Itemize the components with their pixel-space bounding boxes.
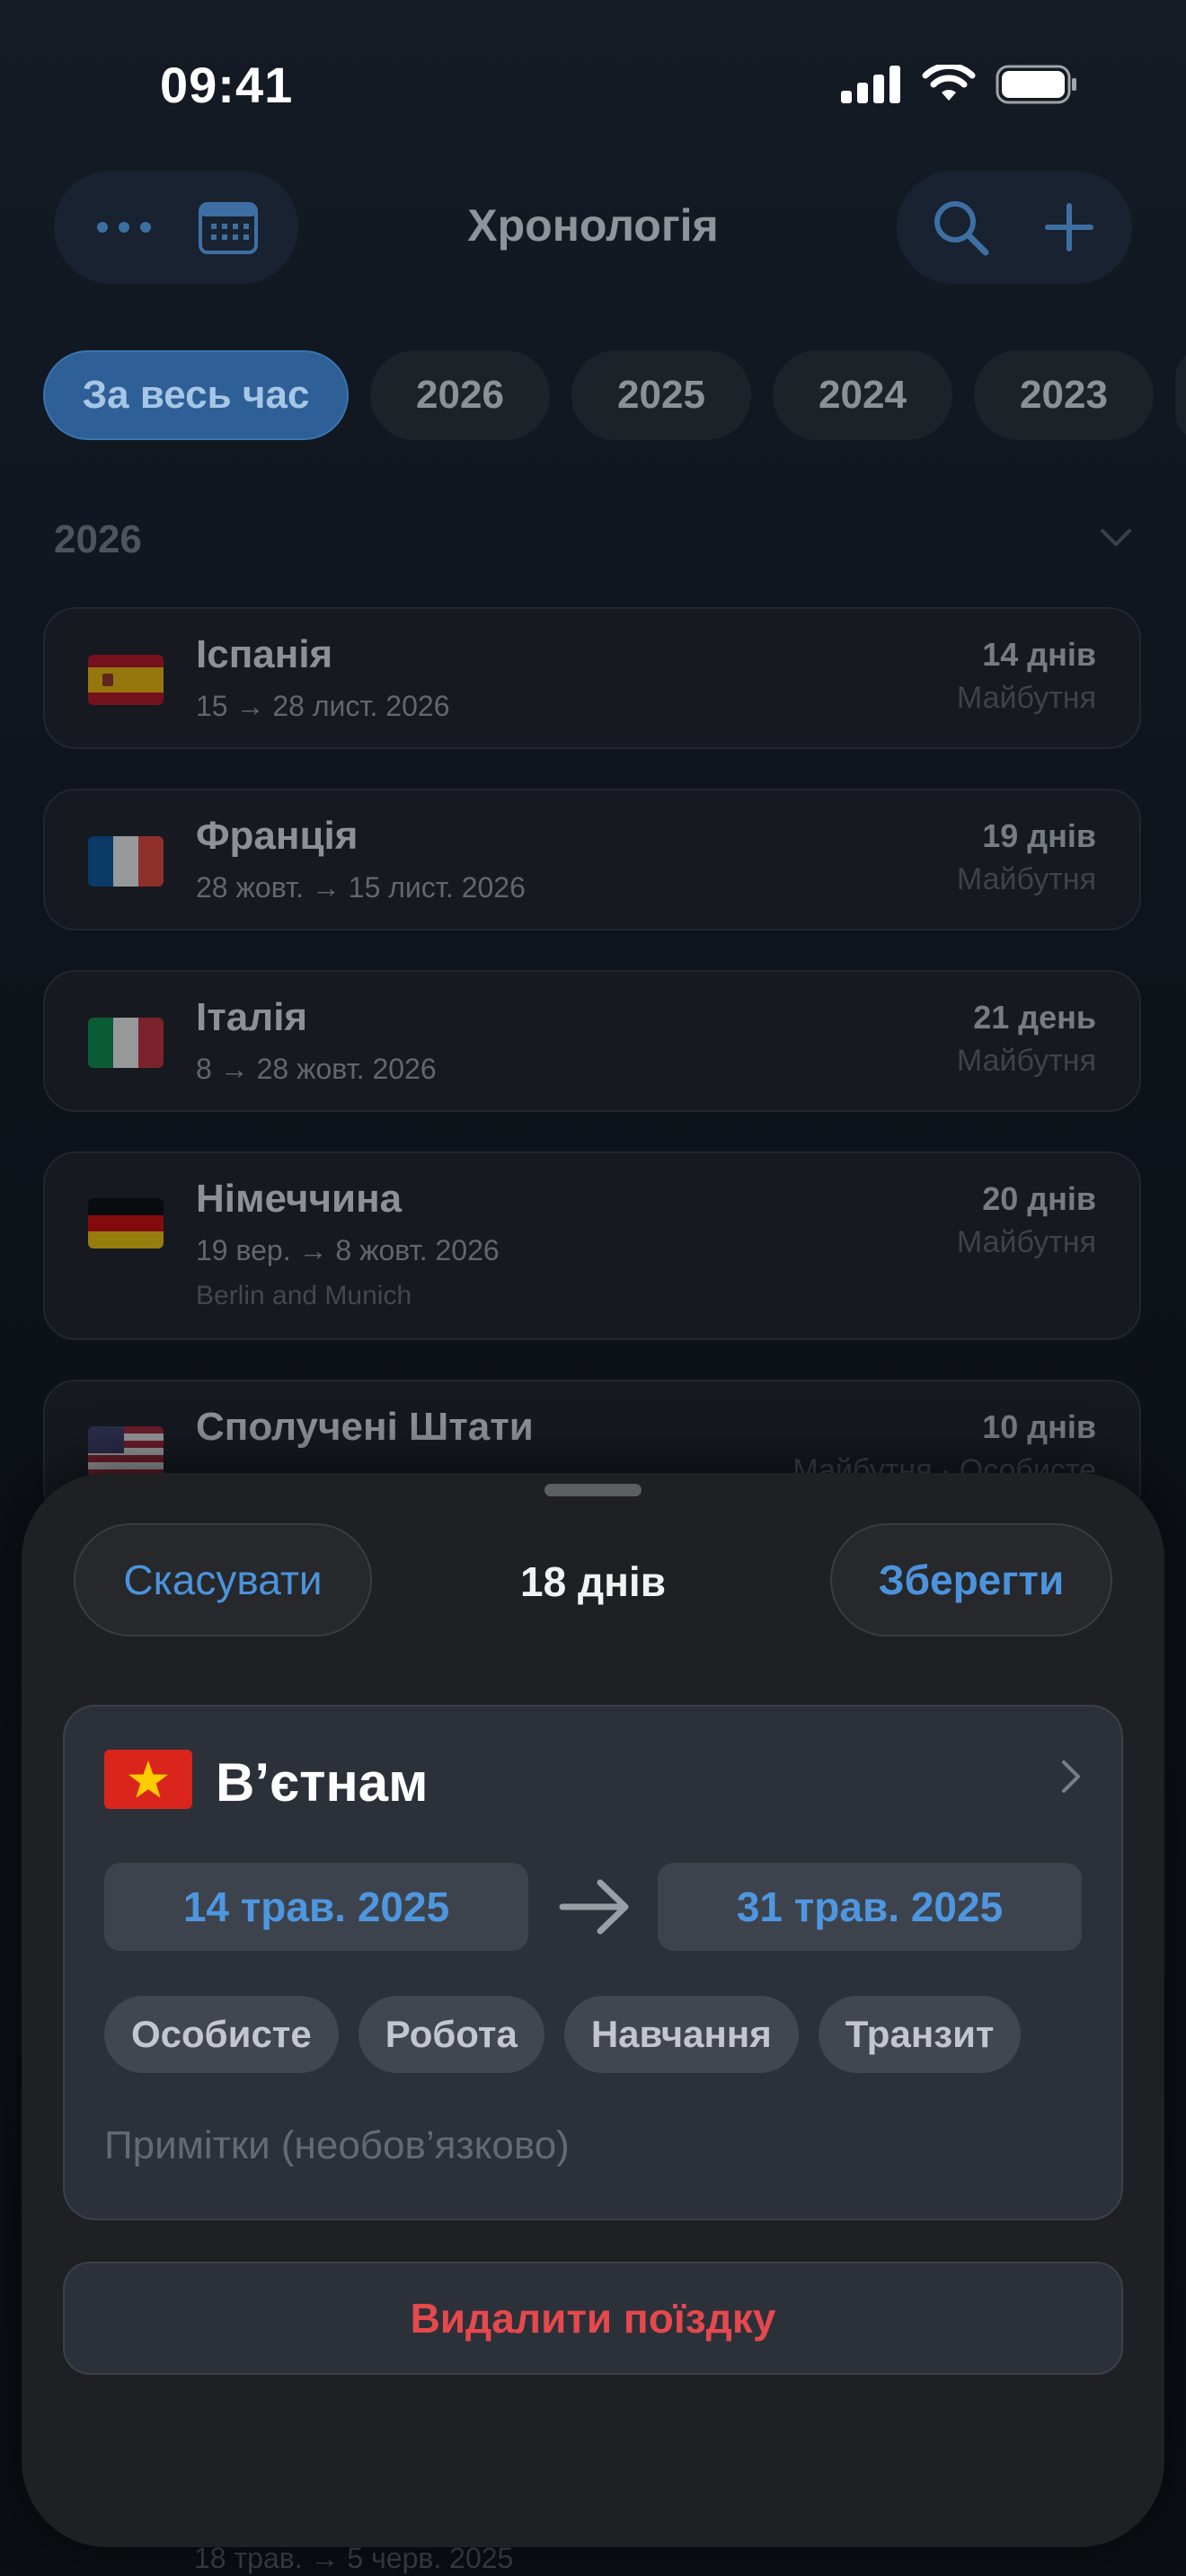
trip-card-spain[interactable]: Іспанія 15 → 28 лист. 2026 14 днів Майбу… xyxy=(43,607,1141,749)
trip-dates: 19 вер. → 8 жовт. 2026 xyxy=(196,1234,500,1266)
trip-duration: 10 днів xyxy=(982,1408,1096,1445)
trip-status: Майбутня xyxy=(956,862,1096,896)
sheet-grabber[interactable] xyxy=(544,1484,642,1496)
section-header-2026[interactable]: 2026 xyxy=(54,517,1132,571)
tag-personal[interactable]: Особисте xyxy=(104,1996,339,2073)
filter-chip-2025[interactable]: 2025 xyxy=(571,350,751,440)
italy-flag-icon xyxy=(88,1018,164,1068)
battery-icon xyxy=(996,65,1076,104)
trip-status: Майбутня xyxy=(956,1044,1096,1078)
trip-note: Berlin and Munich xyxy=(196,1281,412,1310)
status-icons xyxy=(841,65,1078,104)
trip-card-germany[interactable]: Німеччина 19 вер. → 8 жовт. 2026 Berlin … xyxy=(43,1151,1141,1340)
trip-country: Німеччина xyxy=(196,1177,403,1221)
trip-status: Майбутня xyxy=(956,681,1096,715)
trip-country: Італія xyxy=(196,995,308,1039)
trip-card-italy[interactable]: Італія 8 → 28 жовт. 2026 21 день Майбутн… xyxy=(43,970,1141,1112)
trip-type-tags: Особисте Робота Навчання Транзит xyxy=(104,1996,1022,2073)
start-date-picker[interactable]: 14 трав. 2025 xyxy=(104,1863,528,1951)
filter-chip-2024[interactable]: 2024 xyxy=(773,350,952,440)
plus-icon xyxy=(1044,203,1093,251)
trip-card-france[interactable]: Франція 28 жовт. → 15 лист. 2026 19 днів… xyxy=(43,789,1141,931)
trip-edit-card: В’єтнам 14 трав. 2025 31 трав. 2025 Особ… xyxy=(63,1705,1123,2220)
germany-flag-icon xyxy=(88,1198,164,1248)
trip-country: Іспанія xyxy=(196,632,333,676)
delete-trip-button[interactable]: Видалити поїздку xyxy=(63,2262,1123,2375)
year-filter-bar: За весь час 2026 2025 2024 2023 xyxy=(43,350,1186,440)
cellular-signal-icon xyxy=(841,66,900,103)
search-button[interactable] xyxy=(916,182,1005,272)
country-selector[interactable]: В’єтнам xyxy=(104,1748,1082,1813)
filter-chip-all-time[interactable]: За весь час xyxy=(43,350,349,440)
trip-duration: 14 днів xyxy=(982,636,1096,673)
trip-duration: 20 днів xyxy=(982,1180,1096,1217)
search-icon xyxy=(934,201,988,256)
tag-work[interactable]: Робота xyxy=(358,1996,544,2073)
nav-bar: Хронологія xyxy=(0,171,1186,287)
filter-chip-overflow[interactable] xyxy=(1175,350,1186,440)
filter-chip-2023[interactable]: 2023 xyxy=(974,350,1154,440)
trip-status: Майбутня xyxy=(956,1225,1096,1259)
notes-input[interactable] xyxy=(104,2114,1084,2177)
chevron-right-icon xyxy=(1062,1760,1080,1793)
save-button[interactable]: Зберегти xyxy=(830,1523,1112,1636)
filter-chip-2026[interactable]: 2026 xyxy=(370,350,550,440)
country-name: В’єтнам xyxy=(216,1752,429,1813)
tag-study[interactable]: Навчання xyxy=(563,1996,799,2073)
edit-trip-sheet: Скасувати 18 днів Зберегти В’єтнам 14 тр… xyxy=(22,1473,1164,2547)
france-flag-icon xyxy=(88,836,164,887)
trip-dates: 28 жовт. → 15 лист. 2026 xyxy=(196,871,526,904)
end-date-picker[interactable]: 31 трав. 2025 xyxy=(658,1863,1082,1951)
nav-right-controls xyxy=(897,171,1132,284)
trip-duration: 19 днів xyxy=(982,817,1096,854)
trip-country: Сполучені Штати xyxy=(196,1405,534,1449)
spain-flag-icon xyxy=(88,655,164,705)
section-title: 2026 xyxy=(54,517,142,561)
trip-dates: 8 → 28 жовт. 2026 xyxy=(196,1053,437,1085)
wifi-icon xyxy=(922,65,976,101)
add-trip-button[interactable] xyxy=(1024,182,1114,272)
status-time: 09:41 xyxy=(160,57,294,113)
tag-transit[interactable]: Транзит xyxy=(818,1996,1022,2073)
usa-flag-icon xyxy=(88,1426,164,1477)
trip-dates: 15 → 28 лист. 2026 xyxy=(196,690,450,722)
chevron-down-icon xyxy=(1101,529,1131,546)
vietnam-flag-icon xyxy=(104,1750,192,1809)
status-bar: 09:41 xyxy=(0,0,1186,171)
arrow-right-icon xyxy=(559,1879,629,1935)
trip-duration: 21 день xyxy=(973,999,1096,1036)
trip-country: Франція xyxy=(196,814,358,858)
